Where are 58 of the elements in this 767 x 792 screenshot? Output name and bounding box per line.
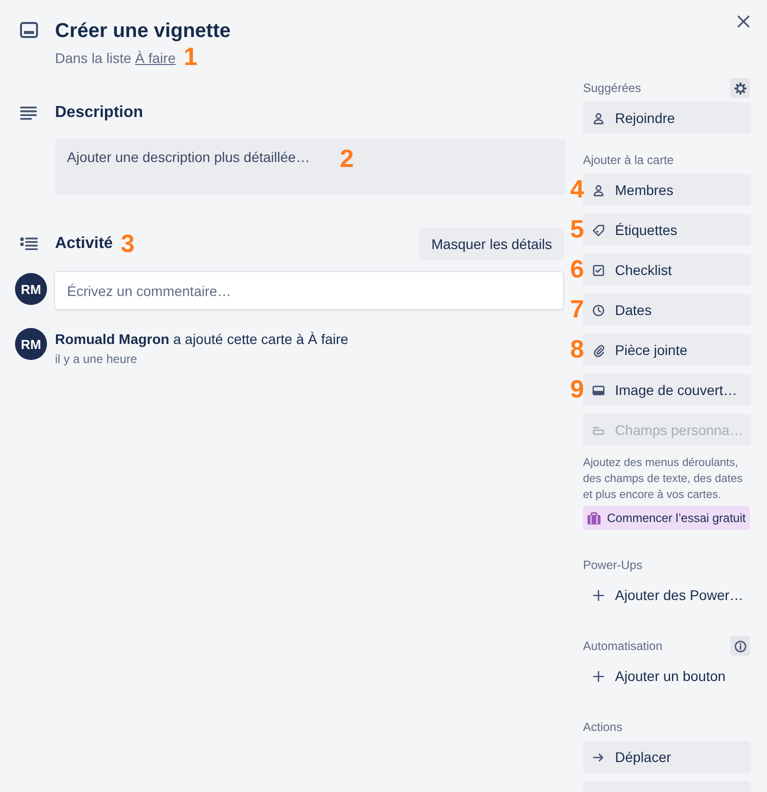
settings-button[interactable]: [730, 78, 750, 98]
annotation-number: 6: [570, 258, 584, 282]
hide-details-button[interactable]: Masquer les détails: [419, 228, 564, 260]
person-icon: [592, 112, 605, 124]
sidebar-button[interactable]: Ajouter un bouton: [583, 660, 751, 692]
section-heading: Description: [55, 103, 144, 123]
sidebar-button[interactable]: Ajouter des Power…: [583, 579, 751, 611]
annotation-number: 1: [184, 45, 198, 70]
sidebar-heading: Ajouter à la carte: [583, 152, 674, 168]
help-text: Ajoutez des menus déroulants, des champs de texte, des dates et plus encore à vos cartes.: [583, 456, 744, 503]
sidebar-heading: Suggérées: [583, 80, 642, 96]
sidebar-button[interactable]: Dates: [583, 294, 751, 326]
sidebar-button[interactable]: Checklist: [583, 254, 751, 286]
settings-icon: [734, 82, 746, 94]
user-avatar[interactable]: RM: [15, 328, 47, 360]
sidebar-heading: Actions: [583, 719, 622, 735]
plus-icon: [592, 588, 605, 602]
card-title[interactable]: Créer une vignette: [55, 19, 231, 43]
briefcase-icon: [587, 512, 601, 524]
list-location: Dans la liste À faire: [55, 48, 176, 68]
description-field[interactable]: Ajouter une description plus détaillée… 2: [55, 139, 566, 195]
annotation-number: 3: [120, 232, 135, 256]
plus-icon: [592, 670, 605, 682]
sidebar-button[interactable]: Étiquettes: [583, 214, 751, 246]
user-avatar[interactable]: RM: [15, 273, 47, 305]
paperclip-icon: [592, 344, 605, 356]
sidebar-button[interactable]: Image de couvert…: [583, 374, 751, 406]
activity-text: Romuald Magron a ajouté cette carte à À faire: [55, 330, 348, 349]
checkbox-icon: [592, 264, 605, 276]
trial-button[interactable]: Commencer l’essai gratuit: [583, 506, 750, 530]
annotation-number: 7: [570, 298, 584, 322]
clock-icon: [592, 304, 605, 316]
annotation-number: 4: [570, 178, 584, 202]
description-placeholder: Ajouter une description plus détaillée…: [67, 148, 310, 167]
sidebar-button[interactable]: Membres: [583, 174, 751, 206]
text-lines-icon: [20, 106, 37, 120]
close-icon: [736, 14, 750, 28]
sidebar-button[interactable]: Rejoindre: [583, 102, 751, 134]
sidebar-button[interactable]: Déplacer: [583, 741, 751, 773]
list-link[interactable]: À faire: [135, 50, 176, 66]
card-icon: [20, 22, 38, 38]
info-icon: [734, 640, 746, 652]
annotation-number: 5: [570, 218, 584, 242]
tag-icon: [592, 224, 605, 236]
card-icon: [592, 384, 605, 396]
sidebar-heading: Power-Ups: [583, 557, 642, 573]
annotation-number: 2: [340, 147, 354, 172]
comment-input[interactable]: Écrivez un commentaire…: [55, 272, 563, 309]
arrow-right-icon: [592, 750, 605, 764]
annotation-number: 8: [570, 338, 584, 362]
section-heading: Activité: [55, 234, 113, 254]
info-button[interactable]: [730, 636, 750, 656]
activity-time: il y a une heure: [55, 351, 138, 367]
sidebar-heading: Automatisation: [583, 638, 662, 654]
annotation-number: 9: [570, 378, 584, 402]
sidebar-button[interactable]: Pièce jointe: [583, 334, 751, 366]
person-icon: [592, 184, 605, 196]
bullet-list-icon: [20, 237, 38, 251]
